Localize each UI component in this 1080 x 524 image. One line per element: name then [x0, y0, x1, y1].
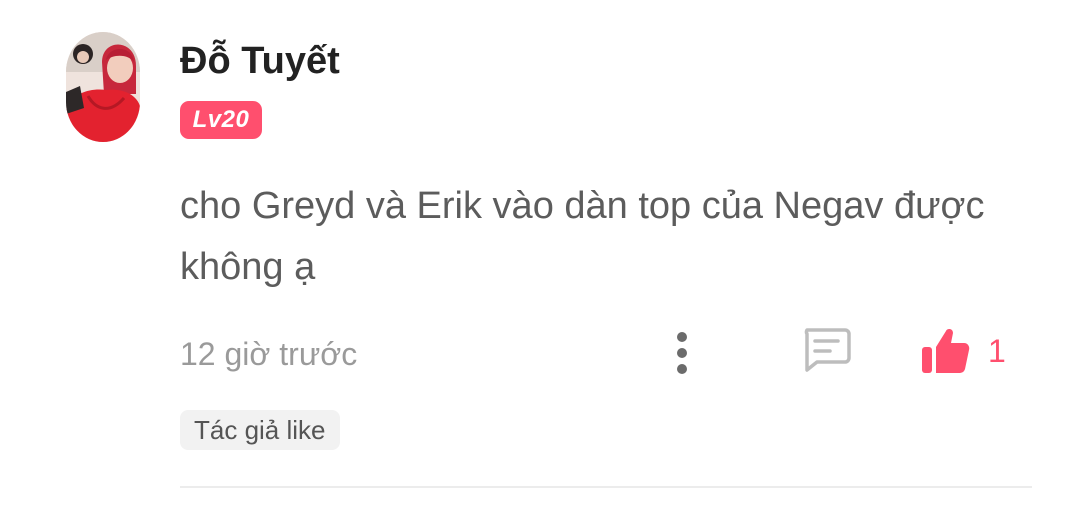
thumbs-up-icon	[920, 325, 970, 377]
username[interactable]: Đỗ Tuyết	[180, 38, 340, 84]
like-button[interactable]: 1	[920, 324, 1006, 378]
more-options-button[interactable]	[664, 328, 700, 378]
more-vertical-icon	[677, 332, 687, 342]
more-vertical-icon-dot	[677, 364, 687, 374]
comment-bubble-icon	[804, 328, 851, 372]
more-vertical-icon-dot	[677, 348, 687, 358]
user-avatar[interactable]	[66, 32, 140, 142]
level-badge: Lv20	[180, 101, 262, 139]
author-liked-tag: Tác giả like	[180, 410, 340, 450]
reply-button[interactable]	[800, 326, 852, 374]
comment-timestamp: 12 giờ trước	[180, 336, 358, 372]
avatar-image	[66, 32, 140, 142]
like-count: 1	[988, 333, 1006, 369]
comment-body: cho Greyd và Erik vào dàn top của Negav …	[180, 185, 985, 288]
divider	[180, 486, 1032, 488]
